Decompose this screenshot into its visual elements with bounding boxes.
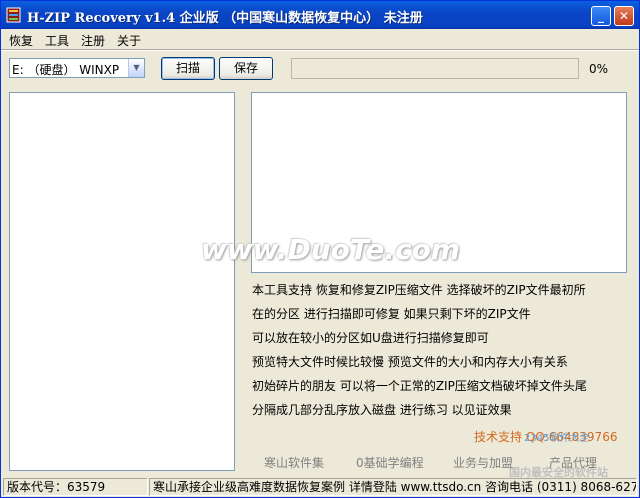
chevron-down-icon[interactable]: ▼ bbox=[128, 59, 144, 77]
drive-select[interactable]: E: （硬盘） WINXP ▼ bbox=[9, 58, 145, 78]
description-line: 本工具支持 恢复和修复ZIP压缩文件 选择破坏的ZIP文件最初所 bbox=[252, 283, 586, 297]
progress-bar bbox=[291, 58, 579, 79]
link-business-franchise[interactable]: 业务与加盟 bbox=[453, 454, 513, 471]
scan-button[interactable]: 扫描 bbox=[161, 57, 215, 80]
menu-tools[interactable]: 工具 bbox=[45, 32, 69, 49]
description-line: 分隔成几部分乱序放入磁盘 进行练习 以见证效果 bbox=[252, 403, 512, 417]
progress-percent: 0% bbox=[589, 62, 609, 76]
menu-separator bbox=[1, 49, 639, 51]
status-bar: 版本代号：63579 寒山承接企业级高难度数据恢复案例 详情登陆 www.tts… bbox=[1, 477, 639, 497]
menu-about[interactable]: 关于 bbox=[117, 32, 141, 49]
link-software-collection[interactable]: 寒山软件集 bbox=[264, 454, 324, 471]
app-window: H-ZIP Recovery v1.4 企业版 （中国寒山数据恢复中心） 未注册… bbox=[0, 0, 640, 498]
link-product-agent[interactable]: 产品代理 bbox=[549, 454, 597, 471]
link-learn-programming[interactable]: 0基础学编程 bbox=[356, 454, 424, 471]
title-bar[interactable]: H-ZIP Recovery v1.4 企业版 （中国寒山数据恢复中心） 未注册… bbox=[1, 1, 639, 29]
drive-select-value: E: （硬盘） WINXP bbox=[12, 63, 120, 77]
minimize-button[interactable]: _ bbox=[591, 6, 611, 26]
save-button[interactable]: 保存 bbox=[219, 57, 273, 80]
menu-bar: 恢复 工具 注册 关于 bbox=[1, 29, 639, 49]
watermark: www.DuoTe.com bbox=[201, 233, 460, 266]
watermark-logo: 2345软件大全 bbox=[524, 433, 590, 444]
description-line: 预览特大文件时候比较慢 预览文件的大小和内存大小有关系 bbox=[252, 355, 568, 369]
description-line: 初始碎片的朋友 可以将一个正常的ZIP压缩文档破坏掉文件头尾 bbox=[252, 379, 587, 393]
menu-recover[interactable]: 恢复 bbox=[9, 32, 33, 49]
app-icon bbox=[6, 7, 21, 23]
menu-register[interactable]: 注册 bbox=[81, 32, 105, 49]
description-line: 在的分区 进行扫描即可修复 如果只剩下坏的ZIP文件 bbox=[252, 307, 531, 321]
close-button[interactable]: ✕ bbox=[614, 6, 634, 26]
description-line: 可以放在较小的分区如U盘进行扫描修复即可 bbox=[252, 331, 489, 345]
window-title: H-ZIP Recovery v1.4 企业版 （中国寒山数据恢复中心） 未注册 bbox=[27, 11, 423, 26]
status-info: 寒山承接企业级高难度数据恢复案例 详情登陆 www.ttsdo.cn 咨询电话 … bbox=[149, 478, 637, 496]
file-list[interactable] bbox=[9, 92, 235, 471]
status-version: 版本代号：63579 bbox=[3, 478, 148, 496]
